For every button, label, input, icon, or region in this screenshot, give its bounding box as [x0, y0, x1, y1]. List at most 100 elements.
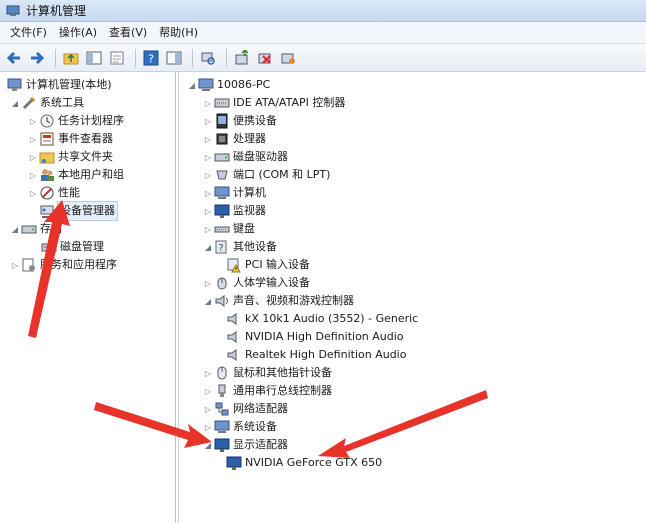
processor-icon [214, 131, 230, 147]
device-category-label: 其他设备 [233, 240, 277, 253]
device-category-network[interactable]: ▷ 网络适配器 [203, 400, 288, 418]
device-category-other-devices[interactable]: ◢ ? 其他设备 [203, 238, 277, 256]
properties-icon[interactable] [164, 48, 184, 68]
tree-item-shared-folders[interactable]: ▷ 共享文件夹 [28, 148, 113, 166]
expand-arrow-icon[interactable]: ▷ [203, 400, 213, 418]
device-category-monitors[interactable]: ▷ 监视器 [203, 202, 266, 220]
expand-arrow-icon[interactable]: ▷ [203, 202, 213, 220]
device-category-ide[interactable]: ▷ IDE ATA/ATAPI 控制器 [203, 94, 345, 112]
device-category-ports[interactable]: ▷ 端口 (COM 和 LPT) [203, 166, 330, 184]
device-category-keyboards[interactable]: ▷ 键盘 [203, 220, 255, 238]
device-tree-root-label: 10086-PC [217, 78, 271, 91]
tree-item-label: 共享文件夹 [58, 150, 113, 163]
network-adapter-icon [214, 401, 230, 417]
show-hide-tree-icon[interactable] [84, 48, 104, 68]
disable-device-icon[interactable] [255, 48, 275, 68]
device-item-realtek-hd-audio[interactable]: Realtek High Definition Audio [225, 346, 406, 364]
tree-item-disk-management[interactable]: 磁盘管理 [40, 238, 104, 256]
expand-arrow-icon[interactable]: ▷ [28, 184, 38, 202]
tree-item-performance[interactable]: ▷ 性能 [28, 184, 80, 202]
computer-management-icon [6, 5, 20, 17]
expand-arrow-icon[interactable]: ▷ [10, 256, 20, 274]
device-category-label: 鼠标和其他指针设备 [233, 366, 332, 379]
device-item-pci-input[interactable]: PCI 输入设备 [225, 256, 310, 274]
back-icon[interactable] [4, 48, 24, 68]
expand-arrow-icon[interactable]: ▷ [203, 274, 213, 292]
menu-action[interactable]: 操作(A) [53, 23, 103, 43]
menu-file[interactable]: 文件(F) [4, 23, 53, 43]
tree-item-system-tools[interactable]: ◢ 系统工具 [10, 94, 84, 112]
device-category-usb[interactable]: ▷ 通用串行总线控制器 [203, 382, 332, 400]
device-item-gtx-650[interactable]: NVIDIA GeForce GTX 650 [225, 454, 382, 472]
collapse-arrow-icon[interactable]: ◢ [203, 292, 213, 310]
tree-item-device-manager[interactable]: 设备管理器 [38, 201, 118, 221]
device-category-display-adapters[interactable]: ◢ 显示适配器 [203, 436, 288, 454]
toolbar-separator [135, 48, 136, 67]
device-tree-root[interactable]: ◢ 10086-PC [187, 76, 270, 94]
device-item-kx-audio[interactable]: kX 10k1 Audio (3552) - Generic [225, 310, 418, 328]
display-adapter-icon [226, 455, 242, 471]
device-category-sound[interactable]: ◢ 声音、视频和游戏控制器 [203, 292, 354, 310]
device-category-processor[interactable]: ▷ 处理器 [203, 130, 266, 148]
export-icon[interactable] [107, 48, 127, 68]
storage-icon [21, 221, 37, 237]
uninstall-device-icon[interactable] [278, 48, 298, 68]
menu-help[interactable]: 帮助(H) [153, 23, 204, 43]
device-category-portable[interactable]: ▷ 便携设备 [203, 112, 277, 130]
device-item-label: NVIDIA High Definition Audio [245, 330, 404, 343]
device-tree-pane: ◢ 10086-PC ▷ IDE ATA/ATAPI 控制器 ▷ 便携设备 ▷ … [178, 72, 646, 523]
collapse-arrow-icon[interactable]: ◢ [187, 76, 197, 94]
system-device-icon [214, 419, 230, 435]
expand-arrow-icon[interactable]: ▷ [203, 364, 213, 382]
update-driver-icon[interactable] [232, 48, 252, 68]
expand-arrow-icon[interactable]: ▷ [203, 130, 213, 148]
device-manager-icon [39, 203, 55, 219]
expand-arrow-icon[interactable]: ▷ [28, 148, 38, 166]
collapse-arrow-icon[interactable]: ◢ [10, 94, 20, 112]
device-item-label: PCI 输入设备 [245, 258, 311, 271]
tree-item-label: 性能 [58, 186, 80, 199]
tree-item-event-viewer[interactable]: ▷ 事件查看器 [28, 130, 113, 148]
tools-icon [21, 95, 37, 111]
scan-hardware-icon[interactable] [198, 48, 218, 68]
device-category-mice[interactable]: ▷ 鼠标和其他指针设备 [203, 364, 332, 382]
tree-item-label: 系统工具 [40, 96, 84, 109]
collapse-arrow-icon[interactable]: ◢ [10, 220, 20, 238]
collapse-arrow-icon[interactable]: ◢ [203, 436, 213, 454]
toolbar-separator [55, 48, 56, 67]
tree-item-services-applications[interactable]: ▷ 服务和应用程序 [10, 256, 117, 274]
expand-arrow-icon[interactable]: ▷ [28, 166, 38, 184]
tree-item-label: 本地用户和组 [58, 168, 124, 181]
device-category-hid[interactable]: ▷ 人体学输入设备 [203, 274, 310, 292]
expand-arrow-icon[interactable]: ▷ [203, 94, 213, 112]
display-adapter-icon [214, 437, 230, 453]
collapse-arrow-icon[interactable]: ◢ [203, 238, 213, 256]
hid-icon [214, 275, 230, 291]
expand-arrow-icon[interactable]: ▷ [203, 220, 213, 238]
device-item-nvidia-hd-audio[interactable]: NVIDIA High Definition Audio [225, 328, 404, 346]
portable-device-icon [214, 113, 230, 129]
expand-arrow-icon[interactable]: ▷ [28, 112, 38, 130]
device-category-computer[interactable]: ▷ 计算机 [203, 184, 266, 202]
device-category-label: 键盘 [233, 222, 255, 235]
expand-arrow-icon[interactable]: ▷ [203, 166, 213, 184]
speaker-icon [226, 329, 242, 345]
tree-item-task-scheduler[interactable]: ▷ 任务计划程序 [28, 112, 124, 130]
device-category-system[interactable]: ▷ 系统设备 [203, 418, 277, 436]
expand-arrow-icon[interactable]: ▷ [203, 382, 213, 400]
help-icon[interactable]: ? [141, 48, 161, 68]
tree-item-computer-management[interactable]: 计算机管理(本地) [6, 76, 112, 94]
tree-item-label: 事件查看器 [58, 132, 113, 145]
expand-arrow-icon[interactable]: ▷ [203, 148, 213, 166]
expand-arrow-icon[interactable]: ▷ [203, 112, 213, 130]
tree-item-local-users[interactable]: ▷ 本地用户和组 [28, 166, 124, 184]
up-folder-icon[interactable] [61, 48, 81, 68]
tree-item-storage[interactable]: ◢ 存储 [10, 220, 62, 238]
menu-view[interactable]: 查看(V) [103, 23, 153, 43]
tree-item-label: 任务计划程序 [58, 114, 124, 127]
device-category-disk-drives[interactable]: ▷ 磁盘驱动器 [203, 148, 288, 166]
expand-arrow-icon[interactable]: ▷ [203, 184, 213, 202]
expand-arrow-icon[interactable]: ▷ [203, 418, 213, 436]
expand-arrow-icon[interactable]: ▷ [28, 130, 38, 148]
forward-icon[interactable] [27, 48, 47, 68]
